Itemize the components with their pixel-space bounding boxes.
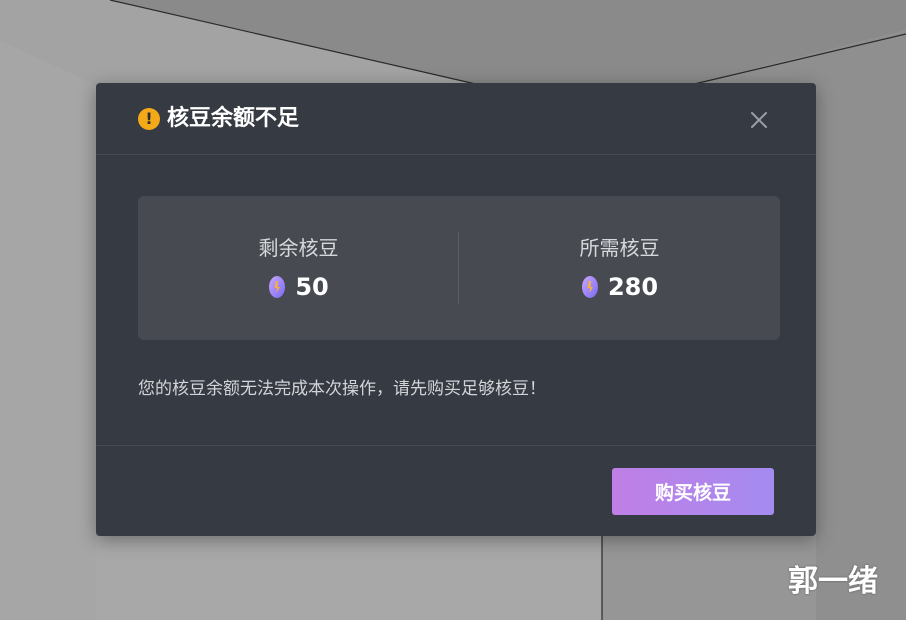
footer-divider <box>96 445 816 446</box>
bean-stats-card: 剩余核豆 50 所需核豆 280 <box>138 196 780 340</box>
insufficient-balance-message: 您的核豆余额无法完成本次操作，请先购买足够核豆！ <box>138 379 546 399</box>
remaining-beans-value: 50 <box>295 273 329 301</box>
dialog-header: ! 核豆余额不足 <box>96 83 816 155</box>
bean-coin-icon <box>269 276 286 298</box>
remaining-beans-label: 剩余核豆 <box>258 236 339 260</box>
dialog-title: 核豆余额不足 <box>167 106 300 131</box>
required-beans-value: 280 <box>607 273 659 301</box>
insufficient-balance-dialog: ! 核豆余额不足 剩余核豆 50 所需核豆 280 您的核豆余额无法完成本次操作… <box>96 83 816 536</box>
author-watermark: 郭一绪 <box>788 564 878 599</box>
required-beans-label: 所需核豆 <box>579 236 660 260</box>
remaining-beans-stat: 剩余核豆 50 <box>138 196 459 340</box>
close-icon[interactable] <box>747 108 771 132</box>
buy-beans-button[interactable]: 购买核豆 <box>612 468 774 515</box>
bean-coin-icon <box>581 276 598 298</box>
remaining-beans-value-row: 50 <box>138 272 459 302</box>
required-beans-value-row: 280 <box>459 272 780 302</box>
exclamation-icon: ! <box>138 108 160 130</box>
required-beans-stat: 所需核豆 280 <box>459 196 780 340</box>
